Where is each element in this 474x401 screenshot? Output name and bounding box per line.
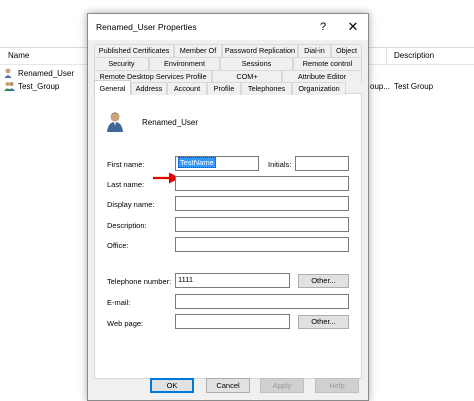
list-item-type: oup... bbox=[370, 82, 391, 91]
tab-row-2: Security Environment Sessions Remote con… bbox=[94, 57, 362, 70]
list-item-name: Test_Group bbox=[18, 81, 60, 91]
properties-dialog: Renamed_User Properties ? ✕ Published Ce… bbox=[87, 13, 369, 401]
description-input[interactable] bbox=[175, 217, 349, 232]
user-display-name: Renamed_User bbox=[142, 118, 199, 127]
office-label: Office: bbox=[107, 241, 129, 250]
web-page-label: Web page: bbox=[107, 319, 144, 328]
email-label: E-mail: bbox=[107, 298, 131, 307]
tab-member-of[interactable]: Member Of bbox=[174, 44, 222, 57]
email-input[interactable] bbox=[175, 294, 349, 309]
office-input[interactable] bbox=[175, 237, 349, 252]
tab-remote-control[interactable]: Remote control bbox=[293, 57, 362, 70]
dialog-title: Renamed_User Properties bbox=[96, 22, 197, 32]
last-name-input[interactable] bbox=[175, 176, 349, 191]
tab-organization[interactable]: Organization bbox=[292, 82, 346, 95]
tab-general[interactable]: General bbox=[94, 80, 131, 95]
close-icon[interactable]: ✕ bbox=[341, 18, 365, 36]
tab-row-4: General Address Account Profile Telephon… bbox=[94, 80, 346, 95]
column-header-description[interactable]: Description bbox=[394, 51, 434, 60]
tab-telephones[interactable]: Telephones bbox=[241, 82, 292, 95]
tab-object[interactable]: Object bbox=[331, 44, 362, 57]
tab-profile[interactable]: Profile bbox=[207, 82, 241, 95]
description-label: Description: bbox=[107, 221, 147, 230]
column-header-name[interactable]: Name bbox=[8, 51, 29, 60]
list-item[interactable]: Renamed_User bbox=[4, 67, 74, 79]
first-name-label: First name: bbox=[107, 160, 145, 169]
list-item-description: Test Group bbox=[394, 82, 434, 91]
separator bbox=[107, 144, 353, 145]
help-button[interactable]: Help bbox=[315, 378, 359, 393]
tab-account[interactable]: Account bbox=[167, 82, 207, 95]
first-name-input[interactable]: TestName bbox=[175, 156, 259, 171]
tab-address[interactable]: Address bbox=[131, 82, 167, 95]
telephone-other-button[interactable]: Other... bbox=[298, 274, 349, 288]
display-name-label: Display name: bbox=[107, 200, 155, 209]
last-name-label: Last name: bbox=[107, 180, 145, 189]
telephone-label: Telephone number: bbox=[107, 277, 172, 286]
initials-label: Initials: bbox=[268, 160, 292, 169]
ok-button[interactable]: OK bbox=[150, 378, 194, 393]
column-divider bbox=[386, 48, 387, 65]
help-icon[interactable]: ? bbox=[311, 18, 335, 36]
general-tab-panel: Renamed_User First name: TestName Initia… bbox=[94, 93, 362, 379]
apply-button[interactable]: Apply bbox=[260, 378, 304, 393]
cancel-button[interactable]: Cancel bbox=[206, 378, 250, 393]
user-icon bbox=[4, 68, 15, 78]
tab-published-certificates[interactable]: Published Certificates bbox=[94, 44, 174, 57]
tab-dial-in[interactable]: Dial-in bbox=[298, 44, 331, 57]
tab-sessions[interactable]: Sessions bbox=[220, 57, 293, 70]
tab-password-replication[interactable]: Password Replication bbox=[222, 44, 298, 57]
list-item[interactable]: Test_Group bbox=[4, 80, 59, 92]
display-name-input[interactable] bbox=[175, 196, 349, 211]
initials-input[interactable] bbox=[295, 156, 349, 171]
group-icon bbox=[4, 81, 15, 91]
web-page-input[interactable] bbox=[175, 314, 290, 329]
tab-row-1: Published Certificates Member Of Passwor… bbox=[94, 44, 362, 57]
user-avatar-icon bbox=[105, 110, 127, 132]
tab-environment[interactable]: Environment bbox=[149, 57, 220, 70]
list-item-name: Renamed_User bbox=[18, 68, 75, 78]
web-page-other-button[interactable]: Other... bbox=[298, 315, 349, 329]
first-name-value: TestName bbox=[178, 157, 216, 168]
tab-security[interactable]: Security bbox=[94, 57, 149, 70]
separator bbox=[107, 262, 353, 263]
dialog-titlebar[interactable]: Renamed_User Properties ? ✕ bbox=[88, 14, 368, 40]
telephone-input[interactable]: 1111 bbox=[175, 273, 290, 288]
